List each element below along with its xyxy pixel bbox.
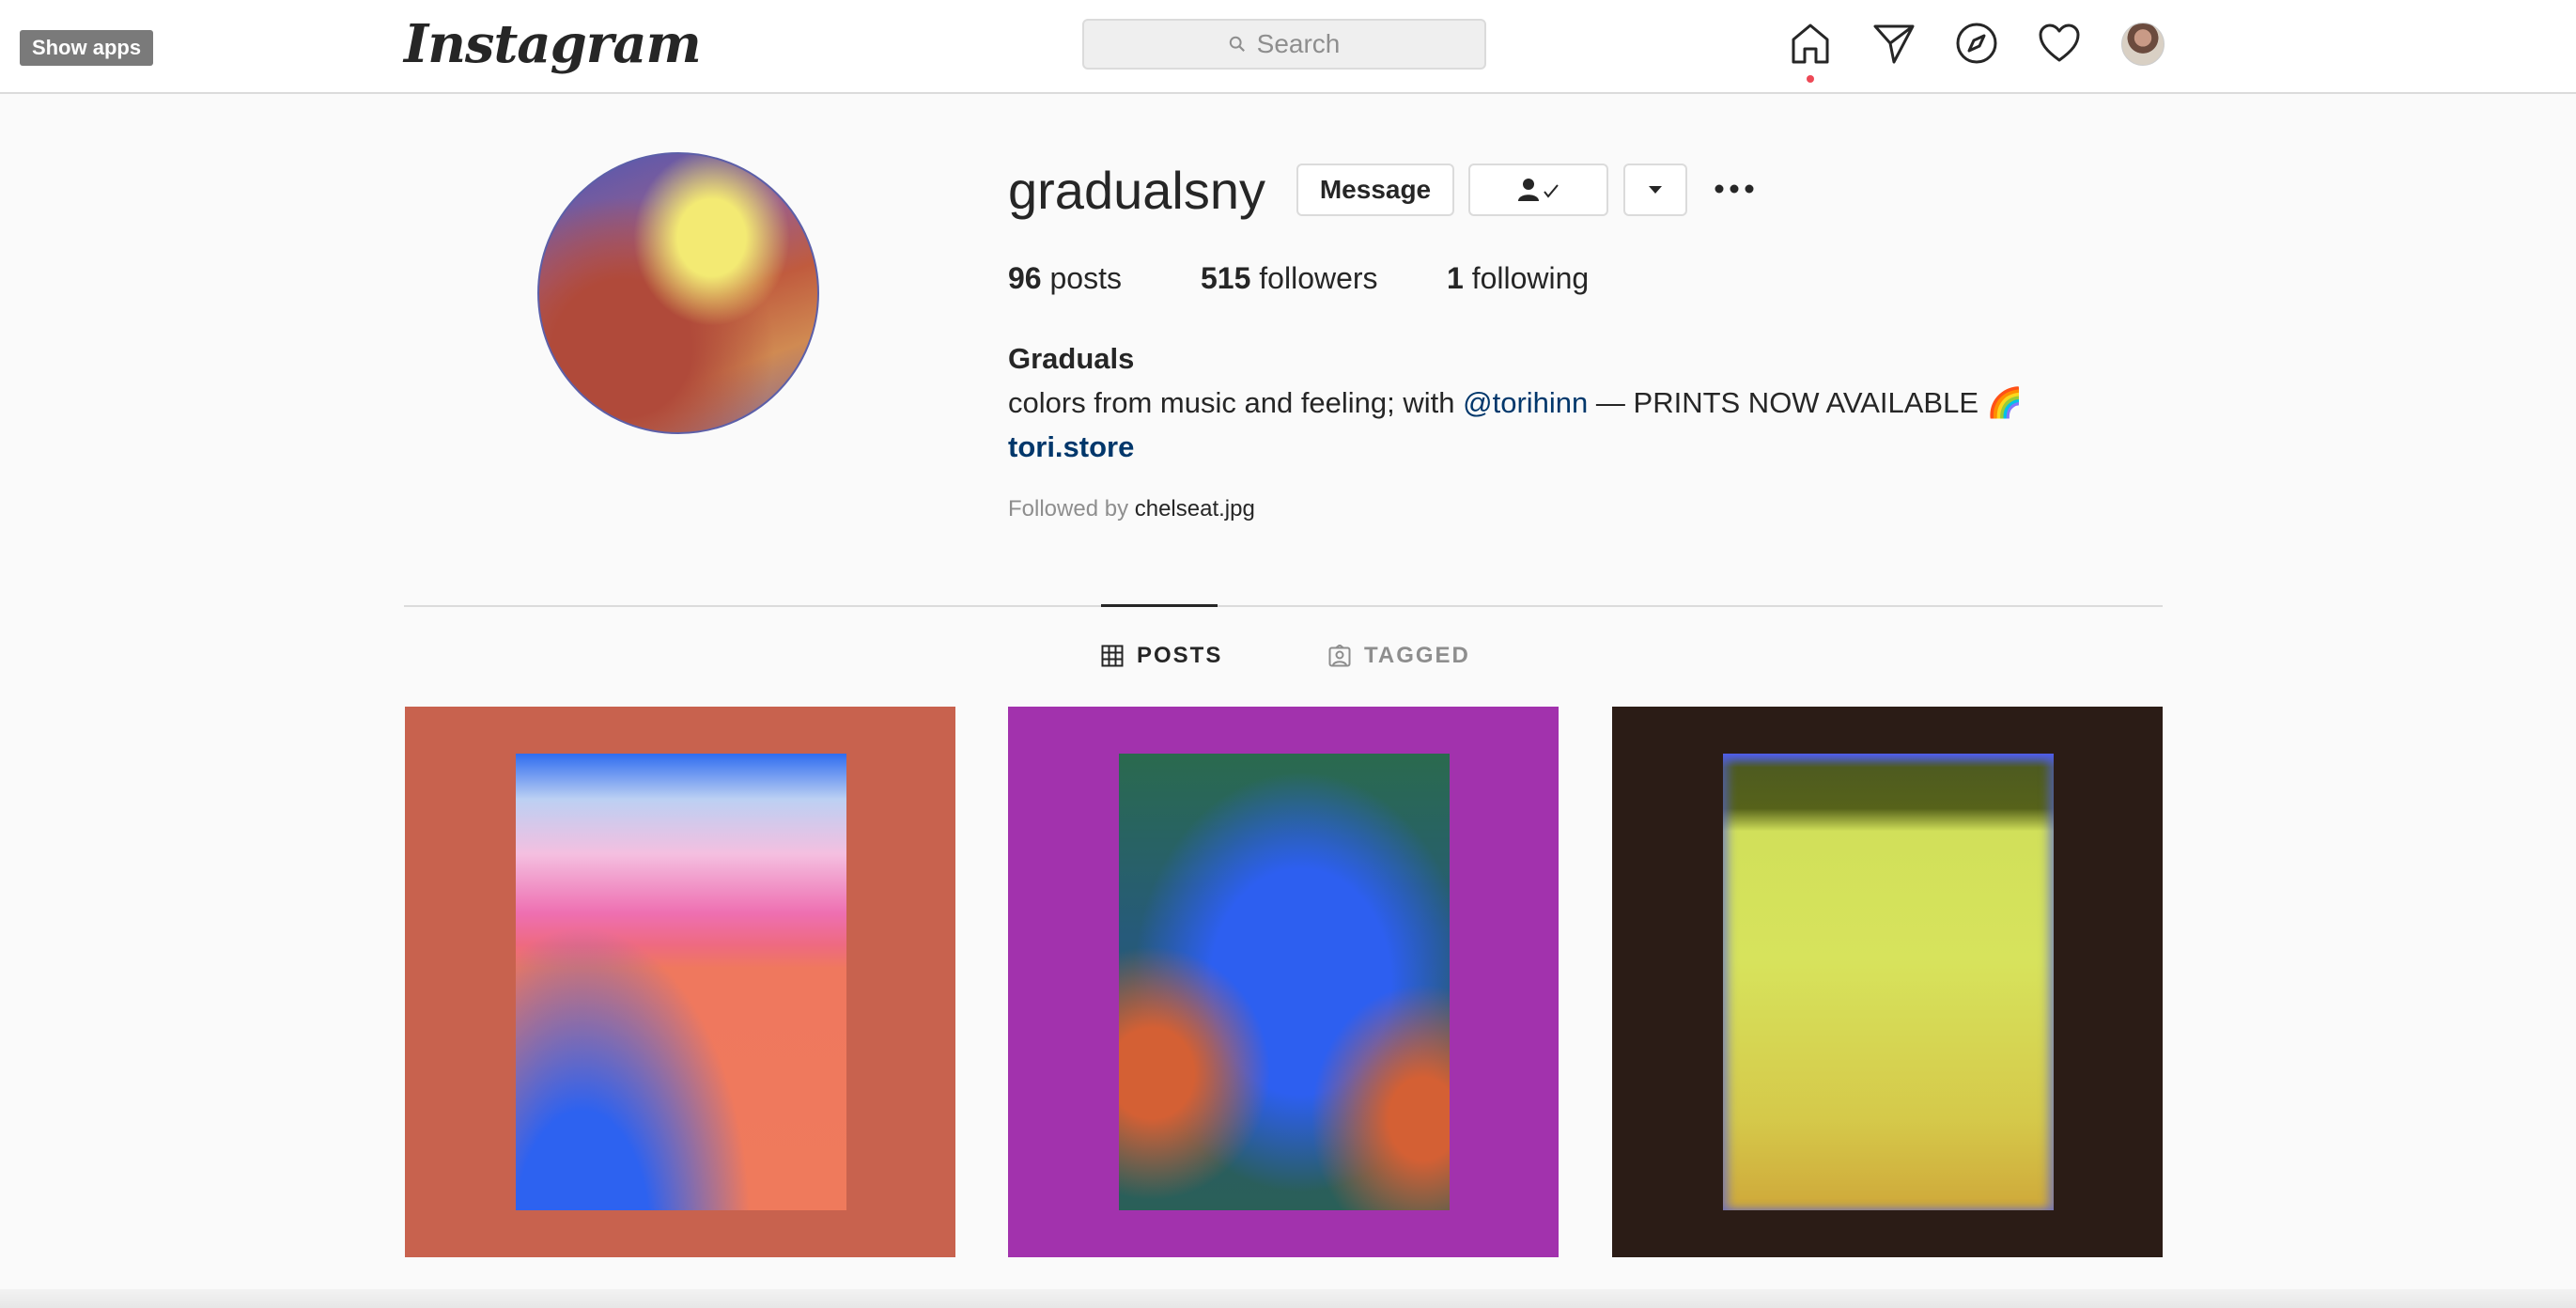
tab-tagged[interactable]: TAGGED — [1328, 643, 1470, 669]
tab-posts-label: POSTS — [1137, 643, 1223, 668]
bio-text-prefix: colors from music and feeling; with — [1008, 386, 1464, 419]
profile-full-name: Graduals — [1008, 342, 1135, 375]
active-tab-indicator — [1101, 604, 1218, 607]
followed-by-username[interactable]: chelseat.jpg — [1135, 496, 1255, 522]
post-thumbnail[interactable] — [1612, 707, 2163, 1257]
activity-heart-icon[interactable] — [2037, 21, 2082, 66]
search-placeholder: Search — [1256, 29, 1341, 58]
following-person-check-icon — [1517, 179, 1559, 201]
posts-count-label: posts — [1049, 261, 1122, 295]
top-navigation-bar: Instagram Search — [0, 0, 2576, 94]
posts-count: 96 posts — [1008, 261, 1201, 296]
suggestions-dropdown-button[interactable] — [1623, 164, 1687, 216]
profile-stats: 96 posts 515 followers 1 following — [1008, 261, 1589, 296]
profile-website-link[interactable]: tori.store — [1008, 430, 1134, 464]
followers-count-value: 515 — [1201, 261, 1251, 295]
post-thumbnail[interactable] — [405, 707, 955, 1257]
followed-by-prefix: Followed by — [1008, 496, 1135, 522]
message-button-label: Message — [1319, 175, 1432, 204]
search-icon — [1229, 36, 1245, 52]
following-count[interactable]: 1 following — [1447, 261, 1589, 296]
posts-count-value: 96 — [1008, 261, 1042, 295]
search-input[interactable]: Search — [1082, 19, 1486, 70]
post-artwork — [1723, 754, 2054, 1210]
profile-picture[interactable] — [537, 152, 819, 434]
tab-tagged-label: TAGGED — [1364, 643, 1470, 668]
tagged-user-icon — [1328, 645, 1351, 667]
tabs-divider — [404, 605, 2163, 607]
caret-down-icon — [1649, 186, 1662, 194]
more-options-icon[interactable] — [1714, 181, 1755, 196]
show-apps-tooltip[interactable]: Show apps — [20, 30, 153, 66]
bio-mention-link[interactable]: @torihinn — [1463, 386, 1588, 419]
window-bottom-edge — [0, 1289, 2576, 1308]
followers-count-label: followers — [1259, 261, 1378, 295]
explore-compass-icon[interactable] — [1954, 21, 1999, 66]
profile-avatar[interactable] — [2121, 23, 2165, 66]
direct-message-icon[interactable] — [1871, 21, 1916, 66]
following-button[interactable] — [1468, 164, 1608, 216]
followed-by: Followed by chelseat.jpg — [1008, 496, 1255, 522]
grid-icon — [1101, 645, 1124, 667]
followers-count[interactable]: 515 followers — [1201, 261, 1447, 296]
post-artwork — [1119, 754, 1450, 1210]
instagram-logo[interactable]: Instagram — [404, 13, 702, 75]
profile-username: gradualsny — [1008, 161, 1265, 220]
profile-bio: colors from music and feeling; with @tor… — [1008, 385, 2023, 420]
bio-text-suffix: — PRINTS NOW AVAILABLE 🌈 — [1588, 386, 2024, 419]
post-artwork — [516, 754, 846, 1210]
following-count-value: 1 — [1447, 261, 1464, 295]
post-thumbnail[interactable] — [1008, 707, 1559, 1257]
tab-posts[interactable]: POSTS — [1101, 643, 1222, 669]
following-count-label: following — [1471, 261, 1590, 295]
home-active-dot — [1807, 75, 1814, 83]
home-icon[interactable] — [1788, 21, 1833, 66]
message-button[interactable]: Message — [1296, 164, 1454, 216]
